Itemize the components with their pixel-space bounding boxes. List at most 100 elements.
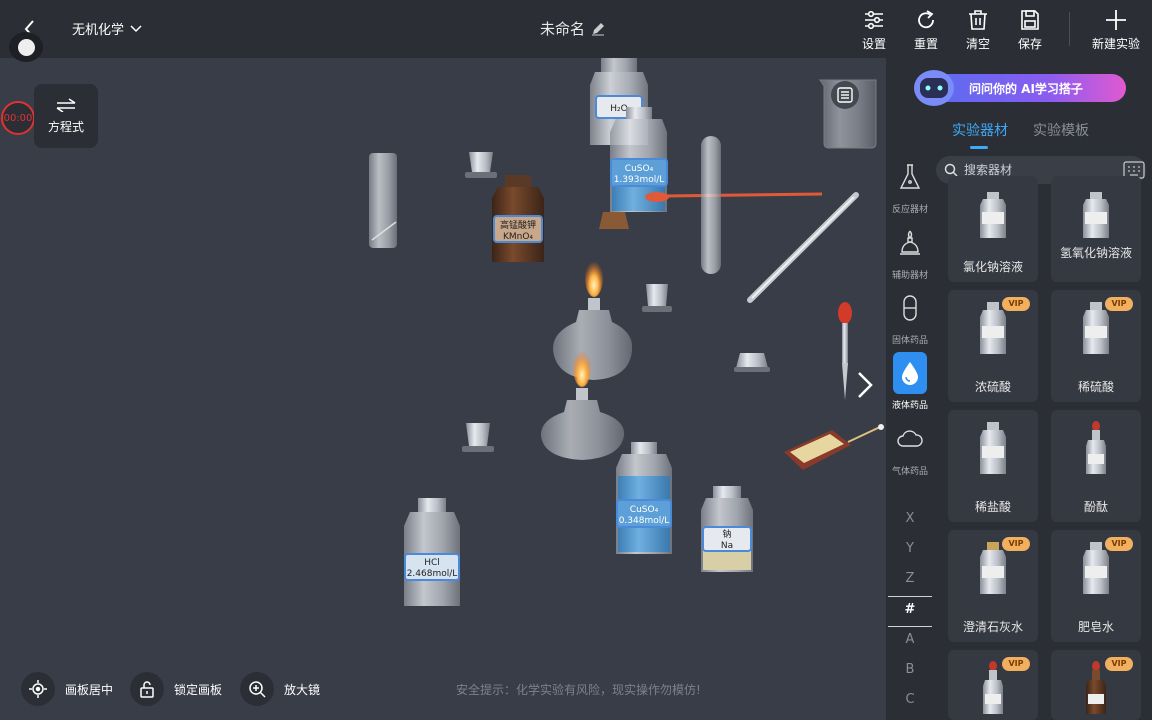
zoom-in-icon bbox=[249, 681, 266, 698]
brown-stopper[interactable] bbox=[599, 212, 629, 229]
alpha-index-c[interactable]: C bbox=[888, 692, 932, 707]
save-icon bbox=[1021, 10, 1039, 30]
reagent-card-partial[interactable]: VIP bbox=[948, 650, 1038, 720]
reagent-label: 稀硫酸 bbox=[1077, 380, 1114, 394]
category-auxiliary-equipment[interactable]: 辅助器材 bbox=[888, 222, 932, 281]
alpha-index-a[interactable]: A bbox=[888, 632, 932, 647]
panel-expand-chevron-icon[interactable] bbox=[852, 365, 878, 405]
lock-canvas-button[interactable]: 锁定画板 bbox=[130, 672, 222, 706]
chevron-down-icon bbox=[130, 24, 142, 32]
robot-avatar-icon bbox=[914, 70, 954, 106]
reagent-card-soapy-water[interactable]: VIP 肥皂水 bbox=[1051, 530, 1141, 642]
reagent-label: 肥皂水 bbox=[1077, 620, 1114, 634]
kmno4-bottle[interactable]: 高锰酸钾 KMnO₄ bbox=[492, 175, 544, 262]
tab-equipment[interactable]: 实验器材 bbox=[952, 120, 1008, 149]
reagent-card-conc-sulfuric-acid[interactable]: VIP 浓硫酸 bbox=[948, 290, 1038, 402]
category-liquid-label: 液体药品 bbox=[891, 401, 928, 411]
sodium-bottle[interactable]: 钠 Na bbox=[701, 486, 753, 572]
experiment-canvas[interactable]: H₂O CuSO₄ 1.393mol/L 高锰酸钾 KMnO₄ CuSO₄ 0.… bbox=[0, 58, 886, 720]
reagent-label: 澄清石灰水 bbox=[962, 620, 1023, 634]
unlock-icon bbox=[140, 681, 154, 698]
category-solid-label: 固体药品 bbox=[891, 336, 928, 346]
center-canvas-button[interactable]: 画板居中 bbox=[21, 672, 113, 706]
reagent-card-sodium-chloride[interactable]: 氯化钠溶液 bbox=[948, 176, 1038, 282]
cuso4-top-conc: 1.393mol/L bbox=[614, 175, 665, 185]
dropper-bottle-icon bbox=[983, 661, 1003, 714]
small-stopper-2[interactable] bbox=[642, 284, 672, 312]
save-label: 保存 bbox=[1018, 37, 1043, 51]
reset-label: 重置 bbox=[914, 37, 939, 51]
reagent-card-limewater[interactable]: VIP 澄清石灰水 bbox=[948, 530, 1038, 642]
alcohol-lamp-1[interactable] bbox=[552, 257, 633, 380]
subject-label: 无机化学 bbox=[72, 23, 125, 38]
small-stopper-4[interactable] bbox=[734, 353, 770, 372]
alpha-index-x[interactable]: X bbox=[888, 511, 932, 526]
category-liquid-drugs[interactable]: 液体药品 bbox=[888, 352, 932, 411]
kmno4-name: 高锰酸钾 bbox=[500, 219, 536, 231]
medicine-spoon[interactable] bbox=[645, 192, 823, 202]
subject-dropdown[interactable]: 无机化学 bbox=[72, 19, 142, 38]
alcohol-lamp-icon bbox=[900, 230, 920, 255]
reagent-card-dilute-sulfuric-acid[interactable]: VIP 稀硫酸 bbox=[1051, 290, 1141, 402]
dropper-bottle-icon bbox=[1086, 661, 1106, 714]
dropper[interactable] bbox=[838, 302, 852, 400]
flask-icon bbox=[899, 164, 921, 189]
tab-templates[interactable]: 实验模板 bbox=[1033, 120, 1089, 140]
reagent-card-dilute-hydrochloric-acid[interactable]: 稀盐酸 bbox=[948, 410, 1038, 522]
magnifier-button[interactable]: 放大镜 bbox=[240, 672, 320, 706]
cuso4-bottom-conc: 0.348mol/L bbox=[619, 516, 670, 526]
clear-button[interactable]: 清空 bbox=[966, 8, 990, 52]
reagent-bottle-icon bbox=[1083, 542, 1109, 594]
search-icon bbox=[944, 163, 958, 177]
settings-sliders-icon bbox=[865, 10, 883, 30]
search-input[interactable] bbox=[964, 163, 1114, 177]
reagent-bottle-icon bbox=[980, 192, 1006, 238]
test-tube-right[interactable] bbox=[701, 136, 721, 274]
reset-button[interactable]: 重置 bbox=[914, 8, 938, 52]
small-stopper-1[interactable] bbox=[465, 152, 497, 178]
reagent-card-sodium-hydroxide[interactable]: 氢氧化钠溶液 bbox=[1051, 176, 1141, 282]
category-solid-drugs[interactable]: 固体药品 bbox=[888, 287, 932, 346]
settings-button[interactable]: 设置 bbox=[862, 8, 886, 52]
refresh-icon bbox=[918, 10, 934, 29]
glass-rod[interactable] bbox=[747, 192, 859, 303]
reagent-bottle-icon bbox=[1083, 192, 1109, 238]
small-stopper-3[interactable] bbox=[462, 423, 494, 452]
magnifier-label: 放大镜 bbox=[284, 682, 321, 697]
experiment-title[interactable]: 未命名 bbox=[540, 18, 605, 39]
category-auxiliary-label: 辅助器材 bbox=[891, 271, 928, 281]
new-experiment-button[interactable]: 新建实验 bbox=[1092, 8, 1140, 52]
reagent-bottle-icon bbox=[980, 302, 1006, 354]
new-experiment-label: 新建实验 bbox=[1092, 37, 1141, 51]
beaker[interactable] bbox=[819, 79, 877, 149]
dropper-bottle-icon bbox=[1086, 421, 1106, 474]
reagent-card-partial[interactable]: VIP bbox=[1051, 650, 1141, 720]
settings-label: 设置 bbox=[862, 37, 887, 51]
edit-pencil-icon[interactable] bbox=[591, 22, 605, 36]
alpha-index-b[interactable]: B bbox=[888, 662, 932, 677]
matchbox[interactable] bbox=[784, 424, 884, 470]
save-button[interactable]: 保存 bbox=[1018, 8, 1042, 52]
lock-canvas-label: 锁定画板 bbox=[174, 682, 223, 697]
category-gas-label: 气体药品 bbox=[891, 467, 928, 477]
test-tube-left[interactable] bbox=[369, 153, 397, 248]
reagent-label: 氯化钠溶液 bbox=[962, 260, 1023, 274]
category-reaction-label: 反应器材 bbox=[891, 205, 928, 215]
alpha-index-hash[interactable]: # bbox=[888, 602, 932, 617]
alpha-index-z[interactable]: Z bbox=[888, 571, 932, 586]
ai-banner-text: 问问你的 AI学习搭子 bbox=[969, 82, 1083, 96]
reagent-label: 酚酞 bbox=[1083, 500, 1108, 514]
alpha-index-y[interactable]: Y bbox=[888, 541, 932, 556]
category-gas-drugs[interactable]: 气体药品 bbox=[888, 418, 932, 477]
cuso4-bottle-bottom[interactable]: CuSO₄ 0.348mol/L bbox=[616, 442, 672, 554]
experiment-title-text: 未命名 bbox=[540, 20, 586, 38]
clear-label: 清空 bbox=[966, 37, 991, 51]
cloud-icon bbox=[897, 430, 923, 447]
alpha-divider bbox=[888, 626, 932, 627]
category-reaction-equipment[interactable]: 反应器材 bbox=[888, 156, 932, 215]
toolbar-divider bbox=[1069, 12, 1070, 46]
hcl-bottle[interactable]: HCl 2.468mol/L bbox=[404, 498, 460, 606]
reagent-card-phenolphthalein[interactable]: 酚酞 bbox=[1051, 410, 1141, 522]
kmno4-formula: KMnO₄ bbox=[503, 232, 533, 242]
trash-icon bbox=[969, 10, 987, 30]
